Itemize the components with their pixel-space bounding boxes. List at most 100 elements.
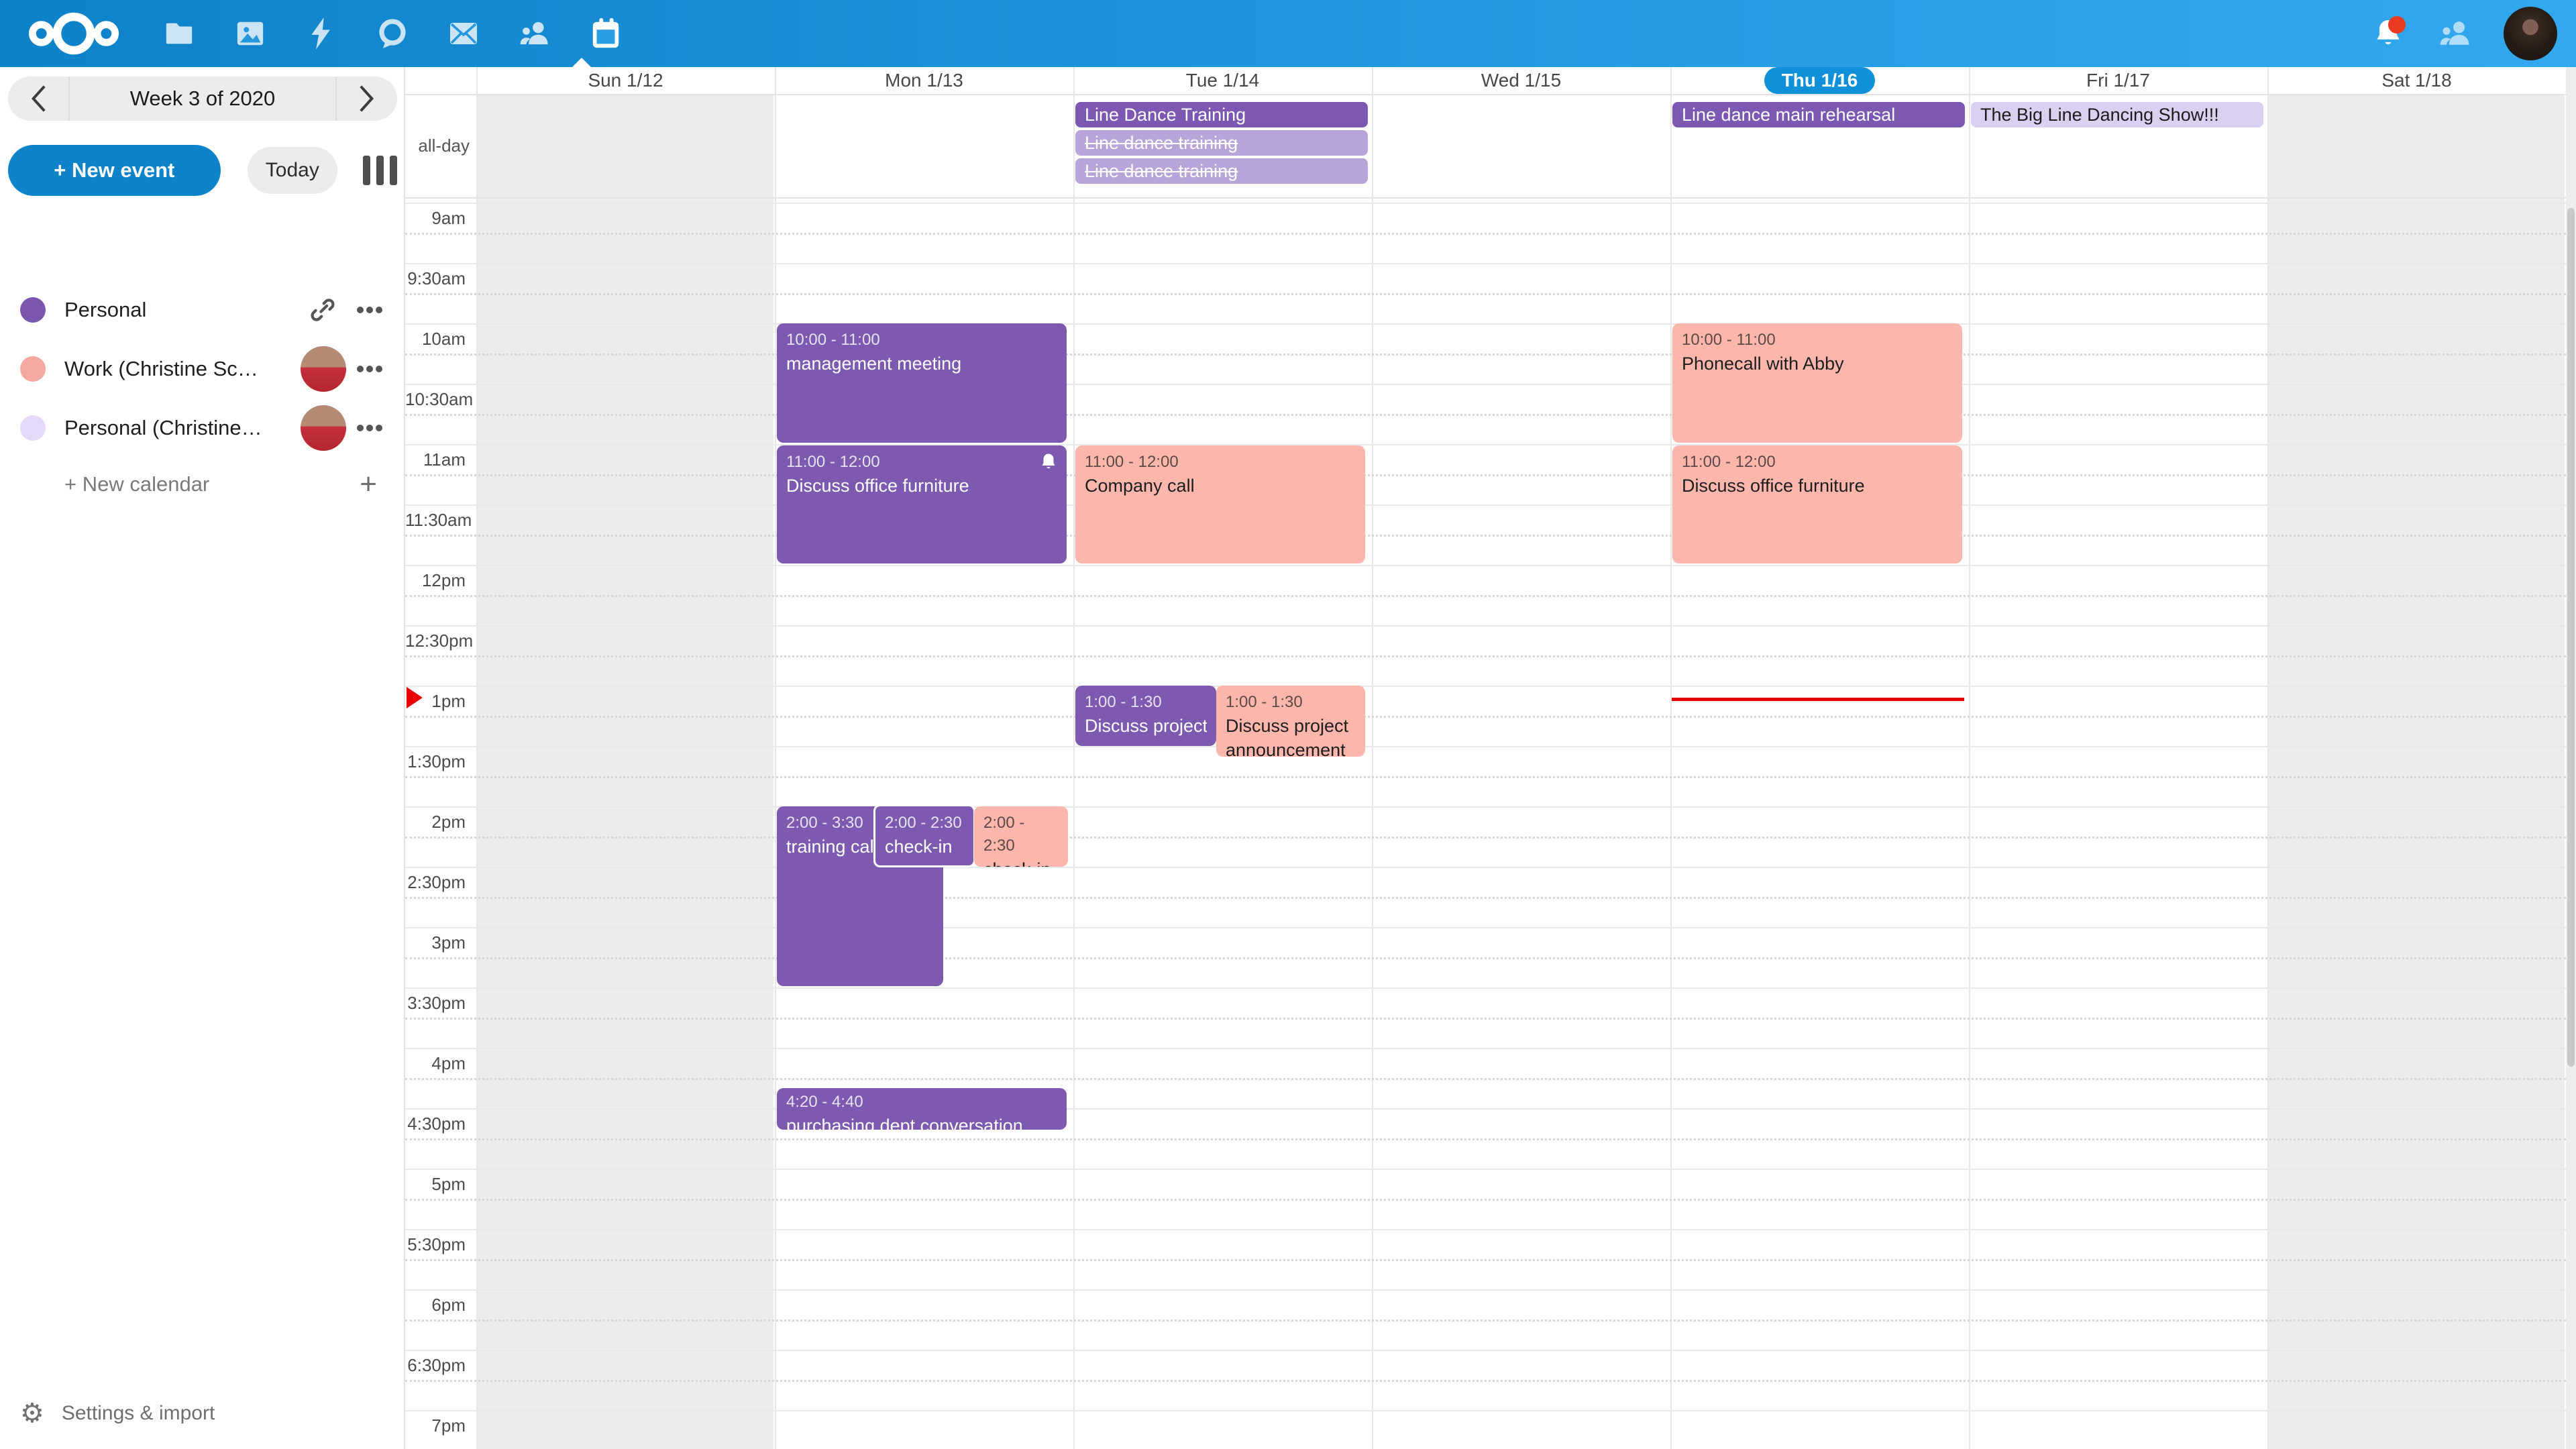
files-icon[interactable] bbox=[162, 0, 196, 67]
calendar-name: Personal (Christine Schott) bbox=[64, 416, 266, 440]
quarter-gridline bbox=[405, 776, 2566, 778]
time-axis-label: 11am bbox=[405, 447, 470, 474]
day-column-border bbox=[2267, 67, 2269, 1449]
allday-event-cancelled[interactable]: Line dance training bbox=[1075, 158, 1368, 184]
day-header-sat[interactable]: Sat 1/18 bbox=[2267, 67, 2566, 94]
time-axis-label: 9:30am bbox=[405, 266, 470, 293]
user-avatar[interactable] bbox=[2504, 7, 2557, 60]
settings-import-button[interactable]: ⚙ Settings & import bbox=[20, 1398, 215, 1429]
time-axis-label: 4pm bbox=[405, 1051, 470, 1078]
scrollbar-thumb[interactable] bbox=[2567, 208, 2575, 1067]
event-discuss-project-announcement-purple[interactable]: 1:00 - 1:30 Discuss project announcement bbox=[1075, 686, 1216, 746]
active-app-indicator bbox=[571, 58, 592, 68]
calendar-actions-menu-icon[interactable] bbox=[346, 364, 393, 374]
talk-icon[interactable] bbox=[376, 0, 409, 67]
top-navigation-bar bbox=[0, 0, 2576, 67]
contacts-menu-icon[interactable] bbox=[2436, 15, 2474, 52]
mail-icon[interactable] bbox=[447, 0, 480, 67]
day-column-border bbox=[775, 67, 776, 1449]
shared-by-avatar bbox=[301, 346, 346, 392]
hour-gridline bbox=[405, 1289, 2566, 1291]
calendar-color-dot bbox=[20, 356, 46, 382]
allday-event[interactable]: The Big Line Dancing Show!!! bbox=[1971, 102, 2263, 127]
share-link-icon[interactable] bbox=[299, 296, 346, 324]
activity-icon[interactable] bbox=[305, 0, 338, 67]
hour-gridline bbox=[405, 927, 2566, 928]
calendar-actions-menu-icon[interactable] bbox=[346, 305, 393, 315]
hour-gridline bbox=[405, 686, 2566, 687]
scrollbar-track[interactable] bbox=[2566, 67, 2576, 1449]
allday-event[interactable]: Line dance main rehearsal bbox=[1672, 102, 1965, 127]
time-axis-label: 3pm bbox=[405, 930, 470, 957]
day-column-border bbox=[1670, 67, 1672, 1449]
calendar-actions-menu-icon[interactable] bbox=[346, 423, 393, 433]
quarter-gridline bbox=[405, 1380, 2566, 1382]
day-header-tue[interactable]: Tue 1/14 bbox=[1073, 67, 1372, 94]
day-column-border bbox=[1969, 67, 1970, 1449]
event-discuss-office-furniture-thu[interactable]: 11:00 - 12:00 Discuss office furniture bbox=[1672, 445, 1962, 564]
photos-icon[interactable] bbox=[233, 0, 267, 67]
calendar-app-icon[interactable] bbox=[589, 0, 623, 67]
today-button[interactable]: Today bbox=[248, 147, 337, 194]
hour-gridline bbox=[405, 1169, 2566, 1170]
time-axis-label: 6:30pm bbox=[405, 1352, 470, 1380]
previous-week-button[interactable] bbox=[8, 76, 68, 121]
event-company-call[interactable]: 11:00 - 12:00 Company call bbox=[1075, 445, 1365, 564]
day-column-border bbox=[476, 67, 478, 1449]
quarter-gridline bbox=[405, 655, 2566, 657]
event-check-in-purple[interactable]: 2:00 - 2:30 check-in bbox=[873, 804, 975, 867]
allday-event-cancelled[interactable]: Line dance training bbox=[1075, 130, 1368, 156]
contacts-icon[interactable] bbox=[518, 0, 551, 67]
calendar-item-personal-christine[interactable]: Personal (Christine Schott) bbox=[0, 398, 405, 458]
hour-gridline bbox=[405, 1350, 2566, 1351]
event-discuss-project-announcement-salmon[interactable]: 1:00 - 1:30 Discuss project announcement bbox=[1216, 686, 1365, 757]
time-axis-label: 9am bbox=[405, 205, 470, 233]
view-switcher-icon[interactable] bbox=[363, 156, 397, 185]
new-event-button[interactable]: + New event bbox=[8, 145, 221, 196]
calendar-item-personal[interactable]: Personal bbox=[0, 280, 405, 339]
day-header-fri[interactable]: Fri 1/17 bbox=[1969, 67, 2267, 94]
new-calendar-button[interactable]: + New calendar + bbox=[0, 458, 405, 511]
quarter-gridline bbox=[405, 474, 2566, 476]
day-header-thu-today[interactable]: Thu 1/16 bbox=[1670, 67, 1969, 94]
time-axis-label: 7pm bbox=[405, 1413, 470, 1440]
day-column-border bbox=[1073, 67, 1075, 1449]
event-purchasing-dept-conversation[interactable]: 4:20 - 4:40 purchasing dept conversation bbox=[777, 1088, 1067, 1130]
time-axis-label: 10:30am bbox=[405, 386, 470, 414]
allday-event[interactable]: Line Dance Training bbox=[1075, 102, 1368, 127]
hour-gridline bbox=[405, 1048, 2566, 1049]
day-header-wed[interactable]: Wed 1/15 bbox=[1372, 67, 1670, 94]
day-column-border bbox=[1372, 67, 1373, 1449]
time-axis-label: 6pm bbox=[405, 1292, 470, 1320]
day-header-sun[interactable]: Sun 1/12 bbox=[476, 67, 775, 94]
notifications-bell-icon[interactable] bbox=[2369, 15, 2407, 52]
calendar-color-dot bbox=[20, 297, 46, 323]
time-axis-label: 2pm bbox=[405, 809, 470, 837]
hour-gridline bbox=[405, 746, 2566, 747]
calendar-item-work-christine[interactable]: Work (Christine Schott) bbox=[0, 339, 405, 398]
next-week-button[interactable] bbox=[337, 76, 397, 121]
event-management-meeting[interactable]: 10:00 - 11:00 management meeting bbox=[777, 323, 1067, 443]
nextcloud-calendar-app: Week 3 of 2020 + New event Today Persona… bbox=[0, 0, 2576, 1449]
all-day-label: all-day bbox=[405, 136, 470, 156]
calendar-color-dot bbox=[20, 415, 46, 441]
week-selector[interactable]: Week 3 of 2020 bbox=[8, 76, 397, 121]
plus-icon: + bbox=[360, 468, 377, 501]
hour-gridline bbox=[405, 1410, 2566, 1411]
quarter-gridline bbox=[405, 897, 2566, 899]
event-discuss-office-furniture[interactable]: 11:00 - 12:00 Discuss office furniture bbox=[777, 445, 1067, 564]
hour-gridline bbox=[405, 504, 2566, 506]
quarter-gridline bbox=[405, 1078, 2566, 1080]
hour-gridline bbox=[405, 1229, 2566, 1230]
hour-gridline bbox=[405, 625, 2566, 627]
week-label[interactable]: Week 3 of 2020 bbox=[68, 76, 337, 121]
event-check-in-salmon[interactable]: 2:00 - 2:30 check-in bbox=[974, 806, 1068, 867]
nextcloud-logo[interactable] bbox=[20, 0, 127, 67]
event-phonecall-with-abby[interactable]: 10:00 - 11:00 Phonecall with Abby bbox=[1672, 323, 1962, 443]
shared-by-avatar bbox=[301, 405, 346, 451]
quarter-gridline bbox=[405, 1138, 2566, 1140]
hour-gridline bbox=[405, 263, 2566, 264]
new-calendar-label: + New calendar bbox=[64, 472, 209, 496]
calendar-list: Personal Work (Christine Schott) bbox=[0, 280, 405, 511]
day-header-mon[interactable]: Mon 1/13 bbox=[775, 67, 1073, 94]
